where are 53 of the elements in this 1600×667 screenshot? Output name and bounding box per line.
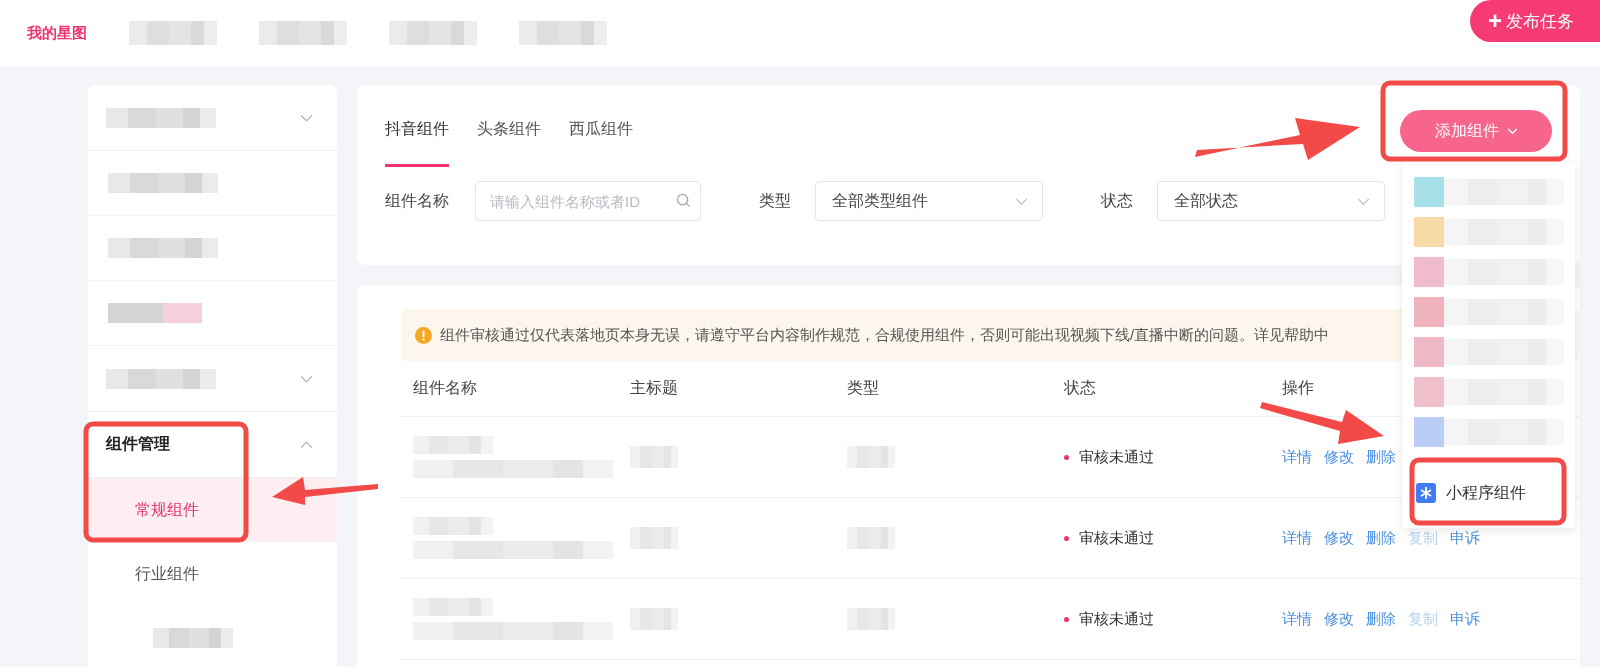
tab[interactable]: 头条组件 bbox=[477, 85, 541, 167]
action-link[interactable]: 详情 bbox=[1282, 447, 1312, 467]
blurred-text bbox=[630, 446, 678, 468]
add-component-button[interactable]: 添加组件 bbox=[1400, 110, 1552, 152]
action-link[interactable]: 修改 bbox=[1324, 528, 1354, 548]
blurred-text bbox=[630, 608, 678, 630]
publish-button[interactable]: + 发布任务 bbox=[1470, 0, 1600, 42]
chevron-icon[interactable] bbox=[300, 113, 313, 122]
warning-icon bbox=[415, 326, 432, 344]
blurred-text bbox=[847, 608, 895, 630]
action-link[interactable]: 删除 bbox=[1366, 447, 1396, 467]
field-label: 状态 bbox=[1101, 190, 1133, 211]
action-link[interactable]: 删除 bbox=[1366, 609, 1396, 629]
chevron-icon bbox=[1506, 127, 1518, 135]
action-link[interactable]: 申诉 bbox=[1450, 609, 1480, 629]
blurred-text bbox=[847, 527, 895, 549]
tab[interactable]: 抖音组件 bbox=[385, 85, 449, 167]
asterisk-icon bbox=[1416, 483, 1436, 503]
status-select[interactable]: 全部状态 bbox=[1157, 181, 1385, 221]
field-label: 类型 bbox=[759, 190, 791, 211]
status-dot bbox=[1064, 535, 1069, 541]
status-dot bbox=[1064, 616, 1069, 622]
field-label: 组件名称 bbox=[385, 190, 449, 211]
menu-item[interactable]: 行业组件 bbox=[88, 542, 337, 606]
column-header: 组件名称 bbox=[413, 378, 477, 398]
status-text: 审核未通过 bbox=[1079, 609, 1154, 629]
tab[interactable]: 西瓜组件 bbox=[569, 85, 633, 167]
status-dot bbox=[1064, 454, 1069, 460]
menu-group-title[interactable]: 组件管理 bbox=[106, 434, 170, 455]
action-link[interactable]: 修改 bbox=[1324, 447, 1354, 467]
column-header: 主标题 bbox=[630, 378, 678, 398]
column-header: 状态 bbox=[1064, 378, 1096, 398]
action-link[interactable]: 申诉 bbox=[1450, 528, 1480, 548]
action-link[interactable]: 详情 bbox=[1282, 528, 1312, 548]
blurred-text bbox=[630, 527, 678, 549]
notice-text: 组件审核通过仅代表落地页本身无误，请遵守平台内容制作规范，合规使用组件，否则可能出现视频下线/直播中断的问题。详见帮助中 bbox=[440, 325, 1330, 345]
chevron-icon bbox=[1015, 197, 1028, 205]
menu-option[interactable]: 小程序组件 bbox=[1402, 468, 1575, 518]
action-link[interactable]: 删除 bbox=[1366, 528, 1396, 548]
type-select[interactable]: 全部类型组件 bbox=[815, 181, 1043, 221]
logo-text[interactable]: 我的星图 bbox=[27, 23, 87, 43]
column-header: 类型 bbox=[847, 378, 879, 398]
column-header: 操作 bbox=[1282, 378, 1314, 398]
search-field[interactable]: 请输入组件名称或者ID bbox=[475, 181, 701, 221]
status-text: 审核未通过 bbox=[1079, 528, 1154, 548]
chevron-icon[interactable] bbox=[300, 440, 313, 449]
status-text: 审核未通过 bbox=[1079, 447, 1154, 467]
chevron-icon bbox=[1357, 197, 1370, 205]
action-link[interactable]: 详情 bbox=[1282, 609, 1312, 629]
action-link[interactable]: 修改 bbox=[1324, 609, 1354, 629]
chevron-icon[interactable] bbox=[300, 374, 313, 383]
search-icon[interactable] bbox=[676, 193, 691, 208]
blurred-text bbox=[847, 446, 895, 468]
